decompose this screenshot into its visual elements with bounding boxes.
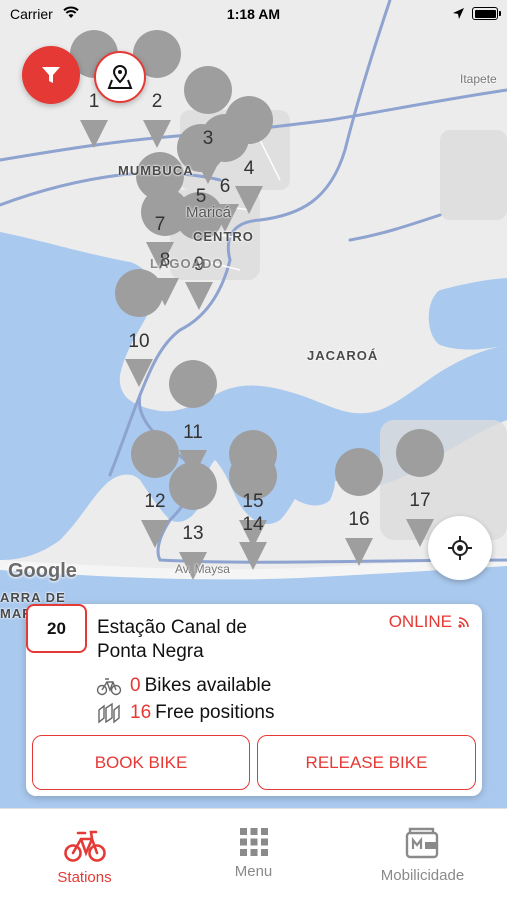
bicycle-icon (96, 678, 122, 696)
status-time: 1:18 AM (226, 6, 281, 22)
tab-bar: Stations Menu Mobilicidade (0, 808, 507, 900)
tab-mobilidade-label: Mobilicidade (380, 867, 465, 884)
map-label-marica: Maricá (186, 204, 232, 221)
marker-label-14: 14 (242, 514, 264, 535)
marker-label-3: 3 (202, 128, 214, 149)
marker-label-15: 15 (242, 491, 264, 512)
bikes-label: Bikes available (144, 675, 272, 696)
marker-label-7: 7 (154, 214, 166, 235)
marker-label-12: 12 (144, 491, 166, 512)
tab-menu[interactable]: Menu (169, 809, 338, 900)
release-bike-button[interactable]: RELEASE BIKE (257, 735, 476, 790)
tab-stations-label: Stations (57, 869, 112, 886)
map-pin-icon (107, 64, 133, 89)
wallet-icon (405, 827, 438, 859)
bicycle-tab-icon (63, 830, 106, 862)
status-bar: Carrier 1:18 AM (0, 0, 507, 30)
crosshair-icon (448, 536, 472, 560)
marker-label-2: 2 (151, 91, 163, 112)
map-label-av-maysa: Av. Maysa (175, 562, 230, 576)
status-label: ONLINE (388, 612, 452, 631)
map-pin-button[interactable] (94, 51, 146, 103)
map-label-jacaroa: JACAROÁ (307, 348, 379, 363)
tab-mobilidade[interactable]: Mobilicidade (338, 809, 507, 900)
map-label-flamengo: LAGOADO (150, 256, 224, 271)
google-logo: Google (8, 560, 77, 582)
rss-icon (458, 617, 469, 628)
bikes-count: 0 (130, 675, 141, 696)
status-badge: ONLINE (389, 612, 470, 632)
station-number-badge: 20 (26, 604, 87, 653)
book-bike-button[interactable]: BOOK BIKE (32, 735, 250, 790)
grid-icon (239, 828, 268, 856)
station-name: Estação Canal de Ponta Negra (97, 616, 357, 664)
battery-icon (472, 7, 501, 20)
marker-label-11: 11 (183, 422, 203, 443)
marker-label-6: 6 (219, 176, 231, 197)
filter-button[interactable] (22, 46, 80, 104)
tab-menu-label: Menu (234, 863, 273, 880)
app-root: 1 2 3 4 5 6 7 8 9 10 11 12 13 14 15 16 1… (0, 0, 507, 900)
map-label-itapeteiu: Itapete (460, 72, 497, 86)
free-positions-row: 16 Free positions (96, 702, 274, 724)
locate-me-button[interactable] (428, 516, 492, 580)
station-card: 20 Estação Canal de Ponta Negra ONLINE 0… (26, 604, 482, 796)
marker-label-4: 4 (243, 158, 255, 179)
dock-icon (98, 702, 120, 724)
marker-label-16: 16 (348, 509, 370, 530)
station-name-line-1: Estação Canal de (97, 617, 247, 638)
bikes-available-row: 0 Bikes available (96, 675, 271, 697)
station-name-line-2: Ponta Negra (97, 641, 204, 662)
marker-label-17: 17 (409, 490, 431, 511)
location-arrow-icon (453, 8, 464, 19)
map-label-barra: ARRA DE (0, 590, 66, 605)
map-label-mumbuca: MUMBUCA (118, 163, 194, 178)
positions-count: 16 (130, 702, 152, 723)
map-label-centro: CENTRO (193, 229, 254, 244)
tab-stations[interactable]: Stations (0, 809, 169, 900)
marker-label-10: 10 (128, 331, 150, 352)
marker-label-13: 13 (182, 523, 204, 544)
positions-label: Free positions (155, 702, 275, 723)
filter-icon (42, 67, 60, 83)
